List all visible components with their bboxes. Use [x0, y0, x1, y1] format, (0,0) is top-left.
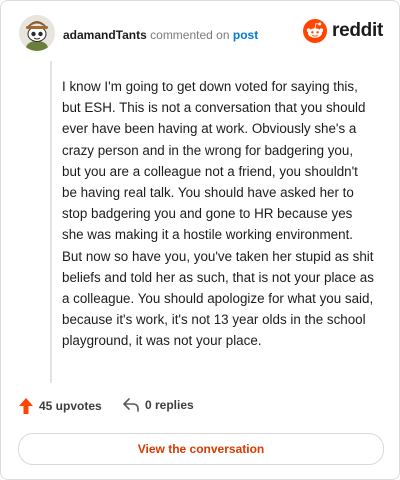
upvote-button[interactable]: 45 upvotes	[19, 398, 102, 414]
post-link[interactable]: post	[233, 28, 258, 42]
upvote-arrow-icon	[19, 398, 33, 414]
reply-arrow-icon	[123, 398, 139, 412]
comment-body: I know I'm going to get down voted for s…	[62, 79, 374, 349]
comment-card: adamandTants commented on post reddit I …	[0, 0, 400, 480]
thread-line	[50, 61, 52, 383]
username-link[interactable]: adamandTants	[63, 28, 147, 42]
upvote-count: 45 upvotes	[39, 399, 102, 413]
commented-on-text: commented on	[150, 28, 230, 42]
replies-count: 0 replies	[145, 398, 194, 412]
reddit-snoo-icon	[303, 19, 328, 43]
brand-name: reddit	[332, 20, 383, 41]
byline: adamandTants commented on post	[63, 28, 258, 42]
comment-header: adamandTants commented on post reddit	[19, 15, 383, 55]
view-conversation-button[interactable]: View the conversation	[18, 433, 384, 465]
snoo-avatar-icon[interactable]	[19, 15, 55, 51]
replies-button[interactable]: 0 replies	[123, 398, 194, 412]
reddit-logo[interactable]: reddit	[303, 18, 383, 44]
